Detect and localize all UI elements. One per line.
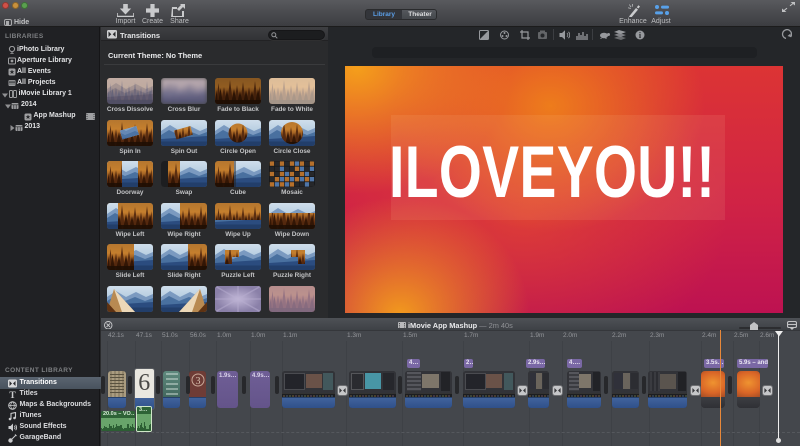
- svg-text:3: 3: [196, 376, 201, 387]
- svg-text:T: T: [9, 391, 16, 399]
